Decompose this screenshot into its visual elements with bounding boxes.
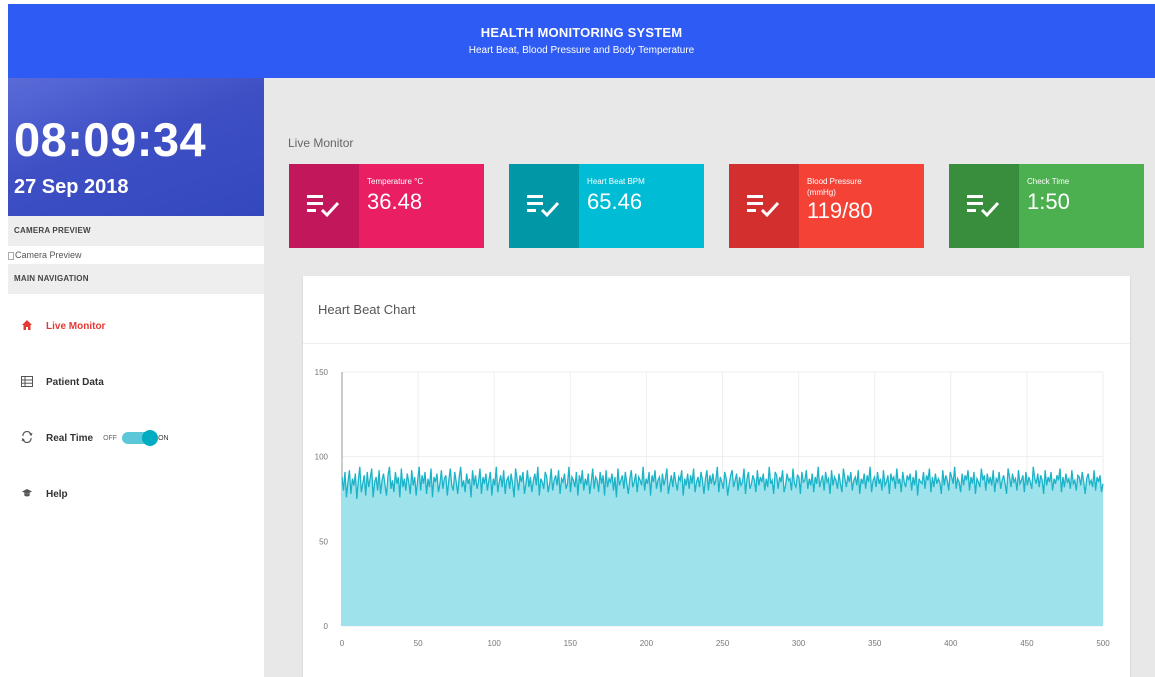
x-tick-label: 50 [414, 639, 423, 648]
heart-beat-area [342, 466, 1103, 626]
broken-image-icon [8, 251, 14, 260]
card-body: Temperature °C 36.48 [359, 164, 484, 248]
app-title: HEALTH MONITORING SYSTEM [480, 25, 683, 40]
app-subtitle: Heart Beat, Blood Pressure and Body Temp… [468, 45, 695, 56]
y-tick-label: 150 [315, 368, 329, 377]
x-tick-label: 150 [564, 639, 578, 648]
check-time-card: Check Time 1:50 [949, 164, 1144, 248]
x-tick-label: 200 [640, 639, 654, 648]
main-navigation-heading: MAIN NAVIGATION [8, 264, 264, 294]
realtime-icon [18, 430, 36, 446]
temperature-value: 36.48 [367, 189, 423, 214]
nav-item-live-monitor[interactable]: Live Monitor [8, 298, 264, 354]
blood-pressure-value: 119/80 [807, 198, 873, 223]
checklist-icon [967, 195, 1000, 218]
main-content: Live Monitor Temperature °C 36.48 Heart … [264, 78, 1155, 677]
y-tick-label: 100 [315, 453, 329, 462]
card-icon-box [289, 164, 359, 248]
temperature-label: Temperature °C [367, 177, 424, 186]
camera-preview: Camera Preview [8, 246, 264, 264]
blood-pressure-label: Blood Pressure (mmHg) [807, 177, 862, 197]
card-icon-box [729, 164, 799, 248]
x-tick-label: 350 [868, 639, 882, 648]
heart-beat-chart-panel: Heart Beat Chart 0 50 100 150 200 250 300 350 40… [303, 276, 1130, 677]
heart-beat-label: Heart Beat BPM [587, 177, 645, 186]
checklist-icon [307, 195, 340, 218]
clock-time: 08:09:34 [14, 113, 207, 166]
temperature-card: Temperature °C 36.48 [289, 164, 484, 248]
heart-beat-chart: 0 50 100 150 200 250 300 350 400 450 500 0 50 100 150 [315, 368, 1111, 648]
help-icon [18, 487, 36, 502]
checklist-icon [747, 195, 780, 218]
card-body: Blood Pressure (mmHg) 119/80 [799, 164, 924, 248]
camera-preview-heading: CAMERA PREVIEW [8, 216, 264, 246]
heart-beat-value: 65.46 [587, 189, 643, 214]
blood-pressure-card: Blood Pressure (mmHg) 119/80 [729, 164, 924, 248]
x-tick-label: 450 [1020, 639, 1034, 648]
nav-item-patient-data[interactable]: Patient Data [8, 354, 264, 410]
nav-label-patient-data: Patient Data [46, 376, 104, 388]
clock-panel: 08:09:34 27 Sep 2018 [8, 78, 264, 216]
x-tick-label: 500 [1096, 639, 1110, 648]
heart-beat-card: Heart Beat BPM 65.46 [509, 164, 704, 248]
toggle-knob [142, 430, 159, 446]
toggle-on-label: ON [158, 434, 169, 442]
check-time-value: 1:50 [1027, 189, 1070, 214]
nav-label-live-monitor: Live Monitor [46, 320, 106, 332]
x-tick-label: 250 [716, 639, 730, 648]
x-tick-label: 0 [340, 639, 345, 648]
x-tick-label: 100 [488, 639, 502, 648]
check-time-label: Check Time [1027, 177, 1070, 186]
checklist-icon [527, 195, 560, 218]
realtime-toggle-group: OFF ON [103, 430, 169, 446]
card-icon-box [509, 164, 579, 248]
table-icon [18, 375, 36, 390]
section-title: Live Monitor [288, 136, 354, 150]
card-body: Heart Beat BPM 65.46 [579, 164, 704, 248]
y-tick-label: 0 [324, 622, 329, 631]
y-tick-label: 50 [319, 537, 328, 546]
card-icon-box [949, 164, 1019, 248]
nav-item-help[interactable]: Help [8, 466, 264, 522]
nav-label-help: Help [46, 488, 68, 500]
clock-date: 27 Sep 2018 [14, 176, 129, 198]
chart-title: Heart Beat Chart [303, 276, 1130, 344]
card-body: Check Time 1:50 [1019, 164, 1144, 248]
toggle-off-label: OFF [103, 434, 118, 442]
x-tick-label: 300 [792, 639, 806, 648]
sidebar: 08:09:34 27 Sep 2018 CAMERA PREVIEW Came… [8, 78, 264, 677]
realtime-toggle[interactable] [122, 430, 159, 446]
camera-preview-alt: Camera Preview [15, 250, 82, 260]
nav-label-real-time: Real Time [46, 432, 94, 444]
app-header: HEALTH MONITORING SYSTEM Heart Beat, Blo… [8, 4, 1155, 78]
home-icon [18, 319, 36, 334]
x-tick-label: 400 [944, 639, 958, 648]
nav-item-real-time[interactable]: Real Time OFF ON [8, 410, 264, 466]
